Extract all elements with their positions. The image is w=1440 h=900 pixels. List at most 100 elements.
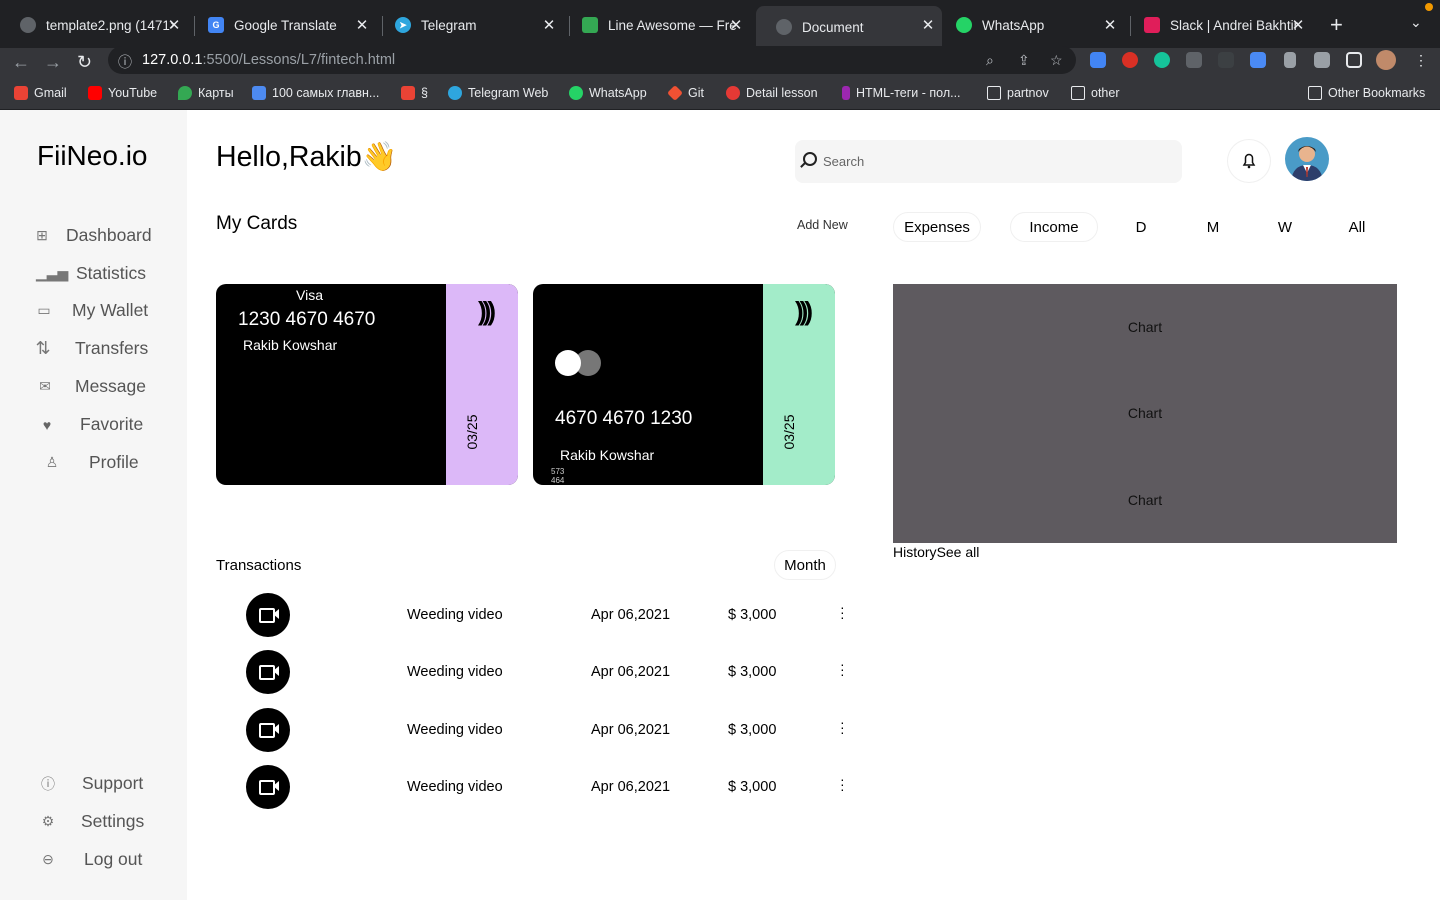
- table-row[interactable]: Weeding video Apr 06,2021 $ 3,000 · · ·: [216, 765, 856, 809]
- greeting: Hello,Rakib👋: [216, 141, 398, 173]
- close-icon[interactable]: ✕: [1102, 16, 1118, 34]
- puzzle-icon[interactable]: [1314, 52, 1330, 68]
- filter-all[interactable]: All: [1336, 212, 1378, 242]
- tab-whatsapp[interactable]: WhatsApp ✕: [936, 8, 1124, 42]
- sidebar-item-profile[interactable]: ♙ Profile: [46, 452, 139, 473]
- sidebar-item-statistics[interactable]: ▁▃▅ Statistics: [36, 263, 146, 284]
- my-cards-heading: My Cards: [216, 213, 298, 234]
- see-all-link[interactable]: See all: [937, 544, 980, 560]
- sidebar-item-transfers[interactable]: ⇅ Transfers: [35, 338, 148, 359]
- sidebar-item-wallet[interactable]: ▭ My Wallet: [37, 300, 149, 321]
- gear-icon: ⚙: [41, 813, 55, 829]
- transaction-date: Apr 06,2021: [591, 779, 671, 795]
- pen-icon[interactable]: [1284, 52, 1296, 68]
- extension-icon[interactable]: [1186, 52, 1202, 68]
- adblock-icon[interactable]: [1122, 52, 1138, 68]
- tab-document[interactable]: Document ✕: [756, 6, 942, 48]
- close-icon[interactable]: ✕: [354, 16, 370, 34]
- filter-income[interactable]: Income: [1010, 212, 1098, 242]
- sidebar-item-logout[interactable]: ⊖ Log out: [42, 849, 142, 870]
- chart-label: Chart: [1127, 492, 1163, 508]
- bookmark-other[interactable]: other: [1071, 86, 1120, 100]
- filter-week[interactable]: W: [1264, 212, 1306, 242]
- table-row[interactable]: Weeding video Apr 06,2021 $ 3,000 · · ·: [216, 650, 856, 694]
- share-icon[interactable]: ⇪: [1018, 52, 1030, 69]
- forward-icon[interactable]: →: [44, 52, 62, 73]
- translate-extension-icon[interactable]: [1090, 52, 1106, 68]
- info-icon[interactable]: ⓘ: [118, 52, 132, 72]
- grammarly-icon[interactable]: [1154, 52, 1170, 68]
- bookmark-whatsapp[interactable]: WhatsApp: [569, 86, 647, 100]
- table-row[interactable]: Weeding video Apr 06,2021 $ 3,000 · · ·: [216, 593, 856, 637]
- video-icon: [246, 708, 290, 752]
- profile-avatar-icon[interactable]: [1376, 50, 1396, 70]
- tab-telegram[interactable]: ➤ Telegram ✕: [375, 8, 563, 42]
- filter-expenses[interactable]: Expenses: [893, 212, 981, 242]
- close-icon[interactable]: ✕: [1290, 16, 1306, 34]
- sidebar-item-message[interactable]: ✉ Message: [39, 376, 146, 397]
- sidebar-item-favorite[interactable]: ♥ Favorite: [43, 414, 143, 435]
- sidebar-item-label: My Wallet: [72, 300, 149, 320]
- search-input[interactable]: Search: [795, 140, 1182, 183]
- more-options-icon[interactable]: · · ·: [840, 657, 845, 681]
- extension-icon[interactable]: [1218, 52, 1234, 68]
- more-options-icon[interactable]: · · ·: [840, 772, 845, 796]
- tab-slack[interactable]: Slack | Andrei Bakhtin ✕: [1124, 8, 1312, 42]
- tab-line-awesome[interactable]: Line Awesome — Free ✕: [562, 8, 750, 42]
- sidebar-item-support[interactable]: ⓘ Support: [41, 773, 143, 794]
- close-icon[interactable]: ✕: [920, 16, 936, 34]
- screen-capture-icon[interactable]: [1250, 52, 1266, 68]
- add-new-button[interactable]: Add New: [797, 218, 848, 232]
- sidebar-item-label: Profile: [89, 452, 139, 472]
- reload-icon[interactable]: ↻: [77, 52, 92, 73]
- whatsapp-icon: [569, 86, 583, 100]
- contactless-icon: ))): [795, 296, 813, 326]
- menu-icon[interactable]: ⋮: [1414, 52, 1428, 69]
- sidebar-item-settings[interactable]: ⚙ Settings: [42, 811, 145, 832]
- tab-title: Google Translate: [234, 17, 337, 33]
- bookmark-html-tags[interactable]: HTML-теги - пол...: [842, 86, 961, 100]
- more-options-icon[interactable]: · · ·: [840, 600, 845, 624]
- other-bookmarks[interactable]: Other Bookmarks: [1308, 86, 1425, 100]
- tab-title: template2.png (1471×: [46, 17, 174, 33]
- close-icon[interactable]: ✕: [166, 16, 182, 34]
- bookmark-detail-lesson[interactable]: Detail lesson: [726, 86, 818, 100]
- tab-template[interactable]: template2.png (1471× ✕: [0, 8, 188, 42]
- bookmark-100[interactable]: 100 самых главн...: [252, 86, 379, 100]
- bookmark-label: Карты: [198, 86, 234, 100]
- heart-icon: ♥: [42, 416, 52, 433]
- tab-google-translate[interactable]: G Google Translate ✕: [188, 8, 376, 42]
- zoom-icon[interactable]: ⌕: [986, 52, 994, 69]
- star-icon[interactable]: ☆: [1050, 52, 1063, 69]
- credit-card-mastercard[interactable]: ))) 03/25 4670 4670 1230 Rakib Kowshar 5…: [533, 284, 835, 485]
- sidepanel-icon[interactable]: [1346, 52, 1362, 68]
- bookmark-partnov[interactable]: partnov: [987, 86, 1049, 100]
- notification-button[interactable]: [1228, 140, 1270, 182]
- sidebar-item-dashboard[interactable]: ⊞ Dashboard: [36, 225, 152, 246]
- filter-day[interactable]: D: [1120, 212, 1162, 242]
- filter-month[interactable]: M: [1192, 212, 1234, 242]
- table-row[interactable]: Weeding video Apr 06,2021 $ 3,000 · · ·: [216, 708, 856, 752]
- url-text[interactable]: 127.0.0.1:5500/Lessons/L7/fintech.html: [142, 52, 395, 68]
- bookmark-label: HTML-теги - пол...: [856, 86, 961, 100]
- bookmark-section[interactable]: §: [401, 86, 428, 100]
- tab-search-chevron-icon[interactable]: ⌄: [1410, 14, 1422, 31]
- new-tab-button[interactable]: +: [1330, 12, 1343, 38]
- more-options-icon[interactable]: · · ·: [840, 715, 845, 739]
- avatar[interactable]: [1285, 137, 1329, 181]
- close-icon[interactable]: ✕: [728, 16, 744, 34]
- bookmark-git[interactable]: Git: [667, 85, 704, 101]
- bar-chart-icon: ▁▃▅: [36, 265, 68, 282]
- contactless-icon: ))): [478, 296, 496, 326]
- bookmark-maps[interactable]: Карты: [178, 86, 234, 100]
- bookmark-gmail[interactable]: Gmail: [14, 86, 67, 100]
- back-icon[interactable]: ←: [12, 52, 30, 73]
- credit-card-visa[interactable]: ))) 03/25 Visa 1230 4670 4670 Rakib Kows…: [216, 284, 518, 485]
- bookmark-youtube[interactable]: YouTube: [88, 86, 157, 100]
- month-filter-button[interactable]: Month: [774, 550, 836, 580]
- bookmark-telegram-web[interactable]: Telegram Web: [448, 86, 548, 100]
- user-avatar-icon: [1291, 146, 1323, 181]
- close-icon[interactable]: ✕: [541, 16, 557, 34]
- update-dot-icon: [1425, 3, 1433, 11]
- arrow-icon: [252, 86, 266, 100]
